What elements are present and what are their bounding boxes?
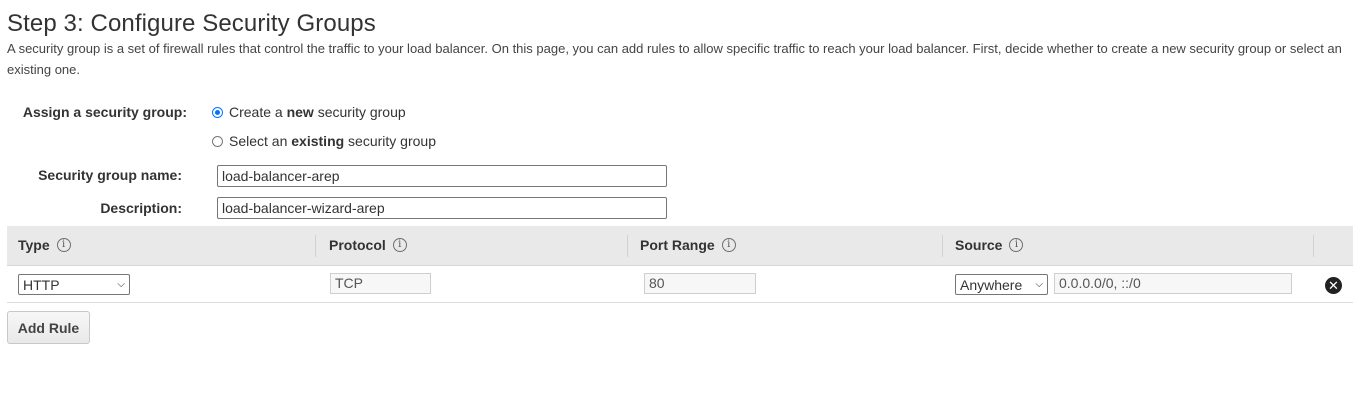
source-select-value: Anywhere (960, 276, 1023, 293)
description-input[interactable]: load-balancer-wizard-arep (217, 197, 667, 219)
radio-select-existing[interactable]: Select an existing security group (212, 133, 436, 149)
page-description: A security group is a set of firewall ru… (7, 41, 1342, 77)
th-type-label: Type (18, 237, 50, 253)
radio-create-suffix: security group (313, 104, 406, 120)
page-title: Step 3: Configure Security Groups (7, 10, 376, 37)
add-rule-button[interactable]: Add Rule (7, 311, 90, 344)
chevron-down-icon: ⌵ (1035, 279, 1043, 290)
column-divider (942, 235, 943, 257)
group-name-label: Security group name: (38, 167, 182, 183)
assign-group-label: Assign a security group: (22, 104, 187, 120)
port-range-field[interactable]: 80 (644, 273, 756, 294)
radio-create-new[interactable]: Create a new security group (212, 104, 406, 120)
radio-select-existing-label[interactable]: Select an existing security group (229, 133, 436, 149)
source-select[interactable]: Anywhere ⌵ (955, 274, 1048, 295)
radio-select-prefix: Select an (229, 133, 292, 149)
column-divider (1313, 235, 1314, 257)
source-cidr-input[interactable]: 0.0.0.0/0, ::/0 (1054, 273, 1292, 294)
description-label: Description: (100, 200, 182, 216)
th-protocol-label: Protocol (329, 237, 386, 253)
radio-select-existing-button[interactable] (212, 135, 223, 147)
group-name-input[interactable]: load-balancer-arep (217, 165, 667, 187)
chevron-down-icon: ⌵ (117, 279, 125, 290)
info-icon[interactable]: i (392, 238, 407, 252)
info-icon[interactable]: i (56, 238, 71, 252)
radio-create-new-label[interactable]: Create a new security group (229, 104, 406, 120)
column-divider (315, 235, 316, 257)
radio-select-bold: existing (291, 133, 345, 149)
row-divider (7, 302, 1353, 303)
radio-select-suffix: security group (344, 133, 436, 149)
type-select[interactable]: HTTP ⌵ (18, 274, 130, 295)
info-icon[interactable]: i (721, 238, 736, 252)
th-type: Type i (18, 237, 71, 253)
th-port-range-label: Port Range (640, 237, 715, 253)
th-source-label: Source (955, 237, 1003, 253)
radio-create-prefix: Create a (229, 104, 287, 120)
protocol-field: TCP (330, 273, 431, 294)
info-icon[interactable]: i (1009, 238, 1024, 252)
close-circle-icon[interactable]: ✕ (1325, 277, 1342, 294)
column-divider (627, 235, 628, 257)
radio-create-new-button[interactable] (212, 106, 223, 118)
type-select-value: HTTP (23, 276, 60, 293)
th-protocol: Protocol i (329, 237, 407, 253)
rules-table-header: Type i Protocol i Port Range i Source i (7, 226, 1353, 266)
th-port-range: Port Range i (640, 237, 736, 253)
radio-create-bold: new (286, 104, 314, 120)
th-source: Source i (955, 237, 1024, 253)
